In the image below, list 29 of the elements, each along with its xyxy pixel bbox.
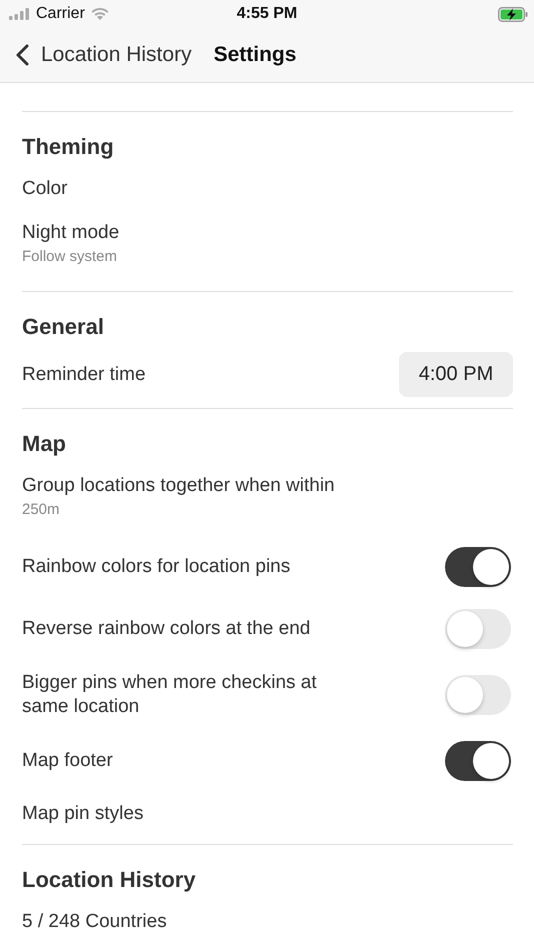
setting-label: Map footer: [22, 749, 113, 773]
setting-label: Reminder time: [22, 362, 146, 386]
setting-label: Rainbow colors for location pins: [22, 555, 290, 579]
section-heading: Theming: [21, 133, 115, 161]
setting-label: Bigger pins when more checkins at same location: [22, 671, 318, 719]
toggle-switch[interactable]: [445, 609, 511, 649]
settings-item[interactable]: Night mode: [22, 221, 120, 245]
settings-item[interactable]: Map pin styles: [22, 802, 144, 826]
back-button[interactable]: Location History: [16, 43, 192, 67]
wifi-icon: [90, 7, 110, 21]
setting-label: Reverse rainbow colors at the end: [22, 617, 310, 641]
section-heading: Location History: [21, 866, 197, 894]
battery-charging-icon: [498, 6, 528, 22]
settings-item[interactable]: Group locations together when within: [22, 474, 335, 498]
toggle-switch[interactable]: [445, 675, 511, 715]
settings-item[interactable]: Color: [22, 177, 68, 201]
carrier-name: Carrier: [36, 5, 85, 23]
status-time: 4:55 PM: [236, 5, 298, 23]
setting-value: 250m: [22, 500, 60, 520]
settings-item[interactable]: 5 / 248 Countries: [22, 910, 167, 934]
section-heading: Map: [21, 430, 67, 458]
setting-value: Follow system: [22, 247, 118, 267]
section-heading: General: [21, 313, 105, 341]
time-picker-button[interactable]: 4:00 PM: [399, 352, 513, 397]
chevron-left-icon: [16, 44, 29, 66]
page-title: Settings: [214, 43, 296, 67]
signal-icon: [9, 8, 31, 20]
toggle-switch[interactable]: [445, 741, 511, 781]
toggle-switch[interactable]: [445, 547, 511, 587]
